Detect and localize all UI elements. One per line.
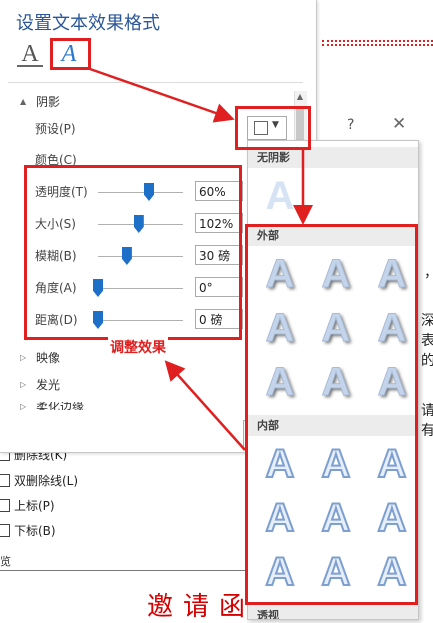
arrow-to-preset (89, 67, 235, 123)
annotation-arrows (89, 67, 313, 451)
arrow-to-label (164, 360, 246, 451)
